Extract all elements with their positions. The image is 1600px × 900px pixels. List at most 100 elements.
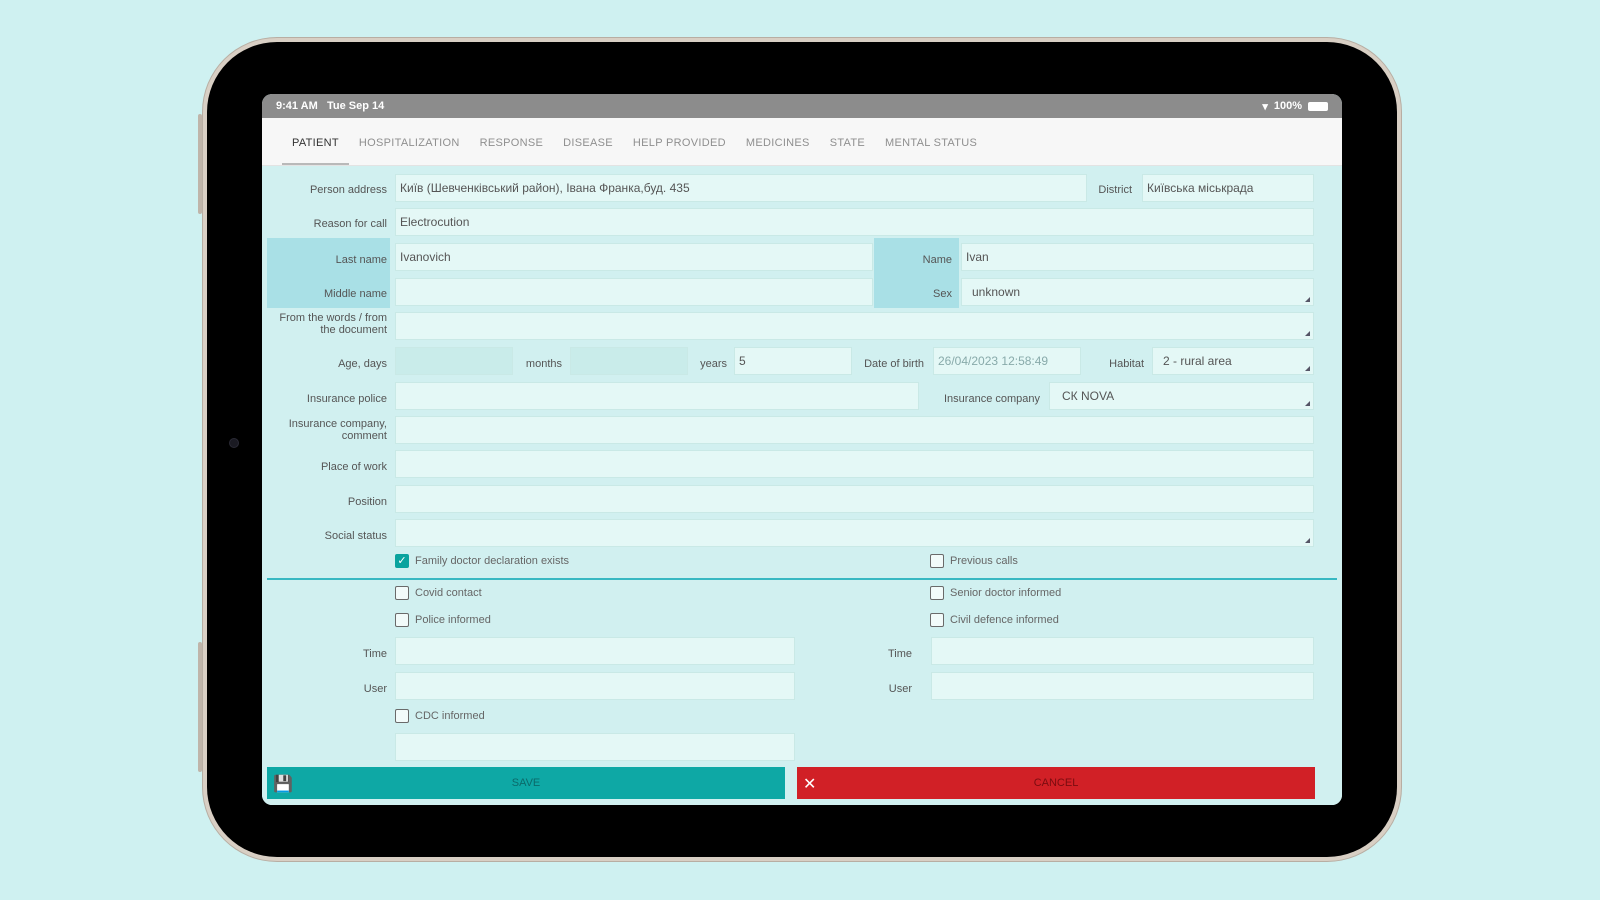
covid-contact-checkbox[interactable]: Covid contact	[395, 586, 482, 600]
cdc-informed-checkbox[interactable]: CDC informed	[395, 709, 485, 723]
tab-medicines[interactable]: MEDICINES	[736, 137, 820, 165]
middle-name-field[interactable]	[395, 278, 873, 306]
last-name-field[interactable]: Ivanovich	[395, 243, 873, 271]
age-days-field	[395, 347, 513, 375]
insurance-police-label: Insurance police	[306, 393, 387, 405]
age-days-label: Age, days	[338, 358, 387, 370]
insurance-company-label: Insurance company	[944, 393, 1040, 405]
person-address-label: Person address	[309, 184, 387, 196]
checkmark-icon: ✓	[395, 554, 409, 568]
middle-name-label: Middle name	[324, 288, 387, 300]
user-field-right[interactable]	[931, 672, 1314, 700]
dropdown-icon	[1305, 538, 1310, 543]
years-label: years	[700, 358, 727, 370]
cdc-informed-label: CDC informed	[415, 710, 485, 722]
name-label: Name	[922, 254, 952, 266]
family-doctor-label: Family doctor declaration exists	[415, 555, 570, 567]
covid-contact-label: Covid contact	[415, 587, 482, 599]
district-label: District	[1098, 184, 1132, 196]
place-of-work-label: Place of work	[320, 461, 387, 473]
sex-select[interactable]: unknown	[961, 278, 1314, 306]
volume-button	[198, 114, 202, 214]
dob-label: Date of birth	[864, 358, 924, 370]
checkbox-icon	[395, 613, 409, 627]
previous-calls-checkbox[interactable]: Previous calls	[930, 554, 1018, 568]
position-field[interactable]	[395, 485, 1314, 513]
from-words-label: From the words / from the document	[279, 312, 387, 336]
save-button[interactable]: 💾 SAVE	[267, 767, 785, 799]
dropdown-icon	[1305, 401, 1310, 406]
cancel-button[interactable]: ✕ CANCEL	[797, 767, 1315, 799]
insurance-company-select[interactable]: СК NOVA	[1049, 382, 1314, 410]
months-label: months	[525, 358, 562, 370]
battery-percent: 100%	[1273, 100, 1302, 112]
senior-doctor-checkbox[interactable]: Senior doctor informed	[930, 586, 1061, 600]
tab-patient[interactable]: PATIENT	[282, 137, 349, 165]
side-button	[198, 642, 202, 772]
time-label-left: Time	[362, 648, 387, 660]
insurance-comment-label: Insurance company, comment	[288, 418, 387, 442]
dropdown-icon	[1305, 366, 1310, 371]
family-doctor-checkbox[interactable]: ✓ Family doctor declaration exists	[395, 554, 569, 568]
app-screen: 9:41 AM Tue Sep 14 ▾ 100% PATIENT HOSPIT…	[262, 94, 1342, 805]
insurance-police-field[interactable]	[395, 382, 919, 410]
tab-mental-status[interactable]: MENTAL STATUS	[875, 137, 987, 165]
save-label: SAVE	[511, 777, 541, 789]
social-status-select[interactable]	[395, 519, 1314, 547]
user-label-right: User	[888, 683, 912, 695]
habitat-value: 2 - rural area	[1163, 354, 1232, 368]
time-field-left[interactable]	[395, 637, 795, 665]
wifi-icon: ▾	[1262, 100, 1268, 113]
save-icon: 💾	[273, 776, 293, 793]
tab-hospitalization[interactable]: HOSPITALIZATION	[349, 137, 470, 165]
cancel-label: CANCEL	[1033, 777, 1079, 789]
tab-disease[interactable]: DISEASE	[553, 137, 623, 165]
insurance-company-value: СК NOVA	[1062, 389, 1115, 403]
police-informed-checkbox[interactable]: Police informed	[395, 613, 491, 627]
place-of-work-field[interactable]	[395, 450, 1314, 478]
tab-state[interactable]: STATE	[820, 137, 875, 165]
status-date: Tue Sep 14	[326, 100, 385, 112]
user-label-left: User	[363, 683, 387, 695]
battery-icon	[1308, 101, 1328, 111]
months-field	[570, 347, 688, 375]
tab-bar: PATIENT HOSPITALIZATION RESPONSE DISEASE…	[262, 118, 1342, 166]
close-icon: ✕	[803, 776, 817, 793]
tab-response[interactable]: RESPONSE	[470, 137, 554, 165]
previous-calls-label: Previous calls	[950, 555, 1018, 567]
checkbox-icon	[930, 586, 944, 600]
district-field[interactable]: Київська міськрада	[1142, 174, 1314, 202]
person-address-field[interactable]: Київ (Шевченківський район), Івана Франк…	[395, 174, 1087, 202]
insurance-comment-field[interactable]	[395, 416, 1314, 444]
time-label-right: Time	[887, 648, 912, 660]
police-informed-label: Police informed	[415, 614, 491, 626]
time-field-right[interactable]	[931, 637, 1314, 665]
senior-doctor-label: Senior doctor informed	[950, 587, 1062, 599]
sex-value: unknown	[972, 285, 1021, 299]
tab-help-provided[interactable]: HELP PROVIDED	[623, 137, 736, 165]
position-label: Position	[347, 496, 387, 508]
cdc-time-field[interactable]	[395, 733, 795, 761]
years-field[interactable]: 5	[734, 347, 852, 375]
civil-defence-label: Civil defence informed	[950, 614, 1059, 626]
name-field[interactable]: Ivan	[961, 243, 1314, 271]
dropdown-icon	[1305, 331, 1310, 336]
checkbox-icon	[395, 709, 409, 723]
reason-for-call-field[interactable]: Electrocution	[395, 208, 1314, 236]
from-words-select[interactable]	[395, 312, 1314, 340]
civil-defence-checkbox[interactable]: Civil defence informed	[930, 613, 1059, 627]
habitat-select[interactable]: 2 - rural area	[1152, 347, 1314, 375]
status-bar: 9:41 AM Tue Sep 14 ▾ 100%	[262, 94, 1342, 118]
social-status-label: Social status	[324, 530, 387, 542]
front-camera	[229, 438, 239, 448]
last-name-label: Last name	[335, 254, 387, 266]
section-divider	[267, 578, 1337, 580]
sex-label: Sex	[933, 288, 952, 300]
habitat-label: Habitat	[1109, 358, 1144, 370]
dob-field[interactable]: 26/04/2023 12:58:49	[933, 347, 1081, 375]
action-bar: 💾 SAVE ✕ CANCEL	[262, 761, 1342, 805]
user-field-left[interactable]	[395, 672, 795, 700]
tablet-frame: 9:41 AM Tue Sep 14 ▾ 100% PATIENT HOSPIT…	[198, 42, 1397, 857]
status-time: 9:41 AM	[276, 100, 318, 112]
checkbox-icon	[395, 586, 409, 600]
